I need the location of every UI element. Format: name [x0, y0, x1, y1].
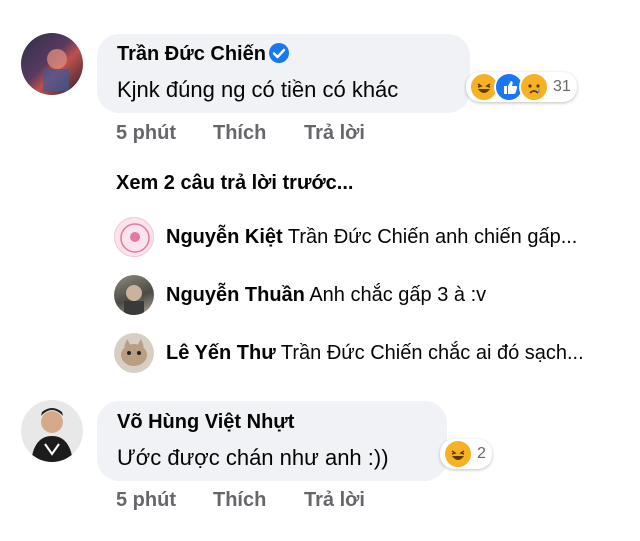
- comment-author[interactable]: Trần Đức Chiến: [117, 43, 289, 66]
- haha-icon: [443, 439, 473, 469]
- comment-timestamp[interactable]: 5 phút: [116, 489, 176, 512]
- avatar[interactable]: [114, 275, 154, 315]
- reply-button[interactable]: Trả lời: [304, 122, 365, 145]
- avatar-image: [121, 339, 147, 366]
- verified-badge-icon: [268, 43, 289, 63]
- comment-text: Kjnk đúng ng có tiền có khác: [117, 77, 399, 102]
- avatar-image: [120, 223, 150, 253]
- reply-author[interactable]: Nguyễn Kiệt: [166, 226, 283, 248]
- avatar-image: [31, 408, 73, 462]
- reaction-summary[interactable]: 2: [440, 439, 492, 469]
- comment-text: Ước được chán như anh :)): [117, 445, 389, 470]
- avatar[interactable]: [114, 217, 154, 257]
- avatar[interactable]: [21, 33, 83, 95]
- reply-author[interactable]: Lê Yến Thư: [166, 342, 276, 364]
- reply-text: Anh chắc gấp 3 à :v: [309, 284, 487, 306]
- avatar-image: [43, 49, 69, 91]
- reply-item: Lê Yến Thư Trần Đức Chiến chắc ai đó sạc…: [166, 342, 584, 365]
- view-previous-replies-link[interactable]: Xem 2 câu trả lời trước...: [116, 172, 353, 195]
- reply-text: Trần Đức Chiến chắc ai đó sạch...: [280, 342, 584, 364]
- like-button[interactable]: Thích: [213, 122, 266, 145]
- reply-item: Nguyễn Thuần Anh chắc gấp 3 à :v: [166, 284, 486, 307]
- avatar-image: [124, 285, 144, 315]
- reaction-count: 2: [477, 445, 486, 462]
- reaction-count: 31: [553, 78, 571, 95]
- avatar[interactable]: [21, 400, 83, 462]
- reply-author[interactable]: Nguyễn Thuần: [166, 284, 305, 306]
- comment-author[interactable]: Võ Hùng Việt Nhựt: [117, 411, 294, 434]
- reaction-summary[interactable]: 31: [466, 72, 577, 102]
- avatar[interactable]: [114, 333, 154, 373]
- reply-item: Nguyễn Kiệt Trần Đức Chiến anh chiến gấp…: [166, 226, 577, 249]
- comment-timestamp[interactable]: 5 phút: [116, 122, 176, 145]
- reply-text: Trần Đức Chiến anh chiến gấp...: [287, 226, 578, 248]
- reply-button[interactable]: Trả lời: [304, 489, 365, 512]
- sad-icon: [519, 72, 549, 102]
- like-button[interactable]: Thích: [213, 489, 266, 512]
